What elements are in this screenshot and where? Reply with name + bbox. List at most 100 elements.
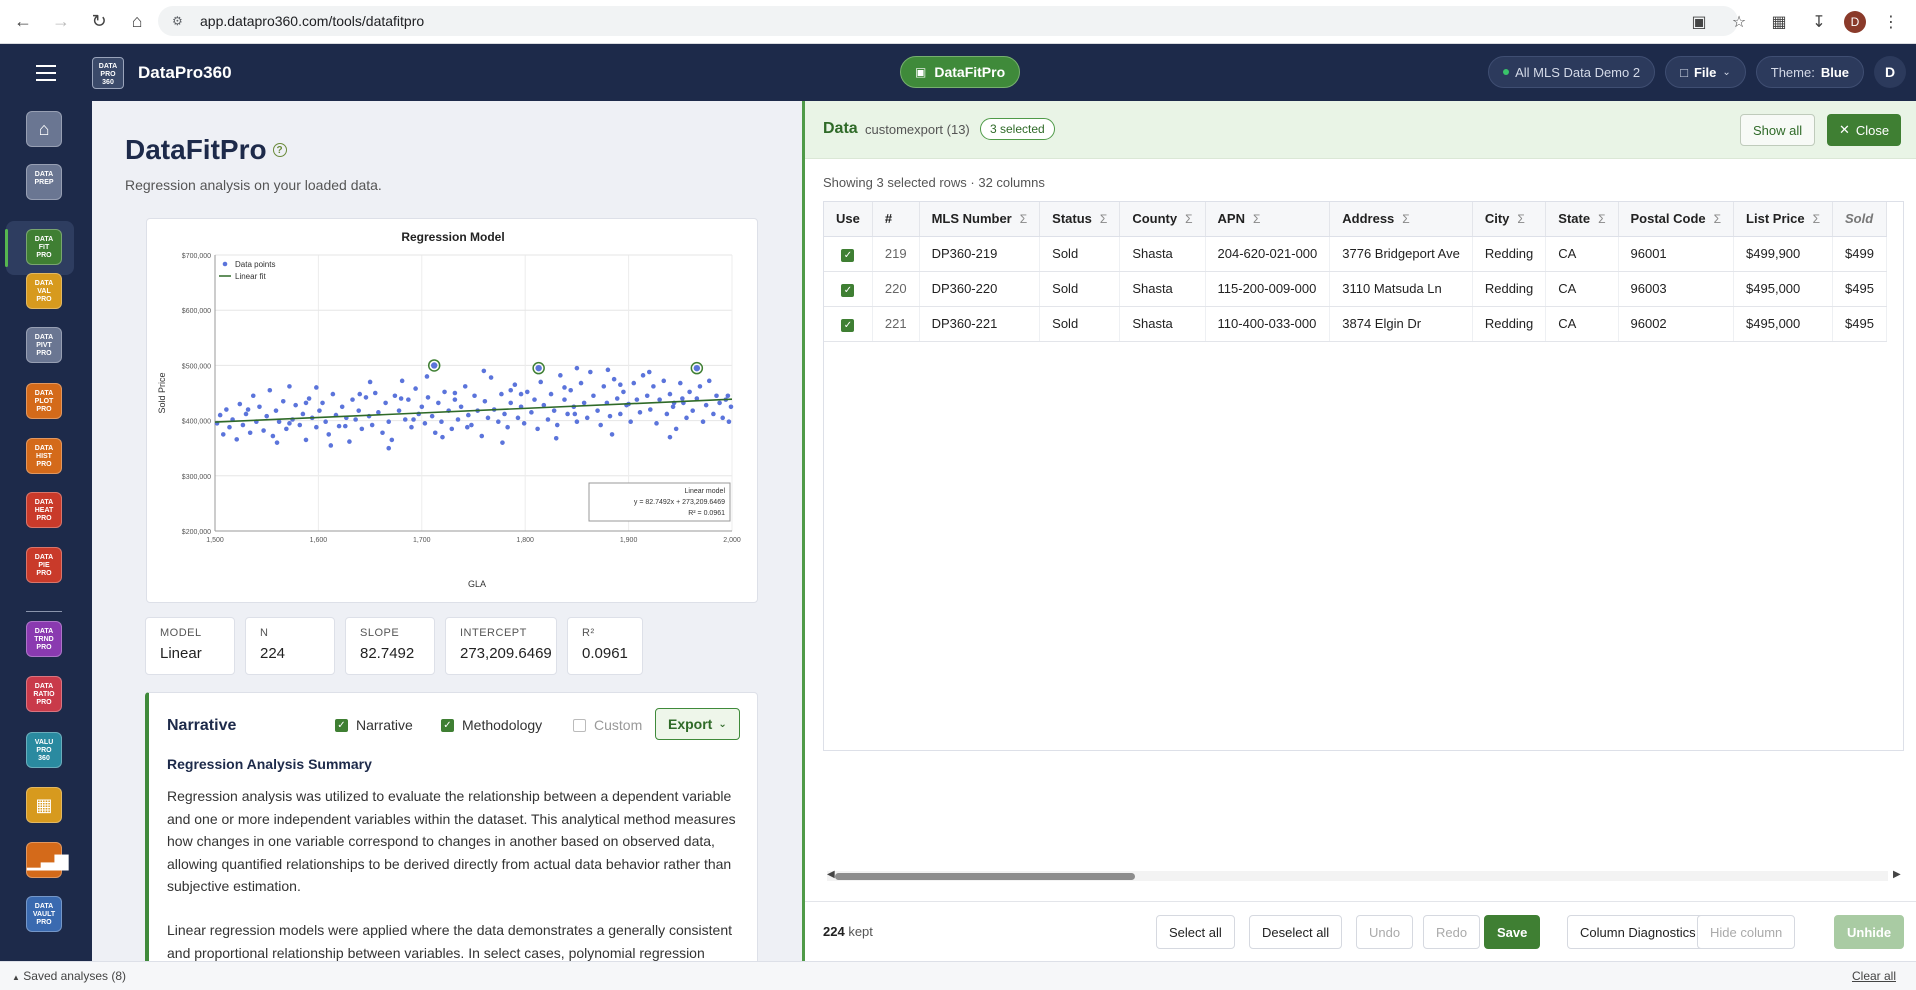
sigma-icon[interactable]: Σ xyxy=(1100,212,1107,226)
close-button[interactable]: ✕ Close xyxy=(1827,114,1902,146)
reload-icon[interactable]: ↻ xyxy=(84,7,114,37)
sidebar-item-home[interactable]: ⌂ xyxy=(26,111,62,147)
table-cell: Redding xyxy=(1472,271,1547,307)
data-table-container[interactable]: Use # MLS Number Σ Status Σ County Σ APN Σ Address… xyxy=(823,201,1904,751)
save-button[interactable]: Save xyxy=(1484,915,1541,949)
narrative-checkbox[interactable]: ✓ Narrative xyxy=(335,717,413,733)
checkbox-checked-icon[interactable]: ✓ xyxy=(441,718,454,732)
back-icon[interactable]: ← xyxy=(8,7,38,37)
sigma-icon[interactable]: Σ xyxy=(1813,212,1820,226)
sidebar-item-datapivtpro[interactable]: DATA PIVT PRO xyxy=(26,327,62,363)
checkbox-checked-icon[interactable]: ✓ xyxy=(335,718,348,732)
data-point xyxy=(462,384,468,389)
row-checkbox[interactable]: ✓ xyxy=(841,318,855,332)
sidebar-item-datatrndpro[interactable]: DATA TRND PRO xyxy=(26,621,62,657)
sidebar-item-chart-tool[interactable]: ▁▃▆ xyxy=(26,842,69,878)
sigma-icon[interactable]: Σ xyxy=(1020,212,1027,226)
dataset-chip[interactable]: All MLS Data Demo 2 xyxy=(1488,56,1656,88)
file-menu-button[interactable]: □ File ⌄ xyxy=(1665,56,1746,88)
checkbox-unchecked-icon[interactable] xyxy=(573,718,586,732)
browser-menu-icon[interactable]: ⋮ xyxy=(1876,7,1906,37)
column-header[interactable]: MLS Number Σ xyxy=(919,202,1041,237)
hide-column-button[interactable]: Hide column xyxy=(1697,915,1796,949)
data-point xyxy=(518,391,524,397)
fit-box-title: Linear model xyxy=(685,488,726,495)
column-header[interactable]: Address Σ xyxy=(1329,202,1473,237)
forward-icon[interactable]: → xyxy=(46,7,76,37)
theme-button[interactable]: Theme: Blue xyxy=(1755,56,1864,88)
column-header[interactable]: # xyxy=(872,202,920,237)
data-point xyxy=(429,413,435,419)
table-cell: Sold xyxy=(1039,271,1121,307)
sigma-icon[interactable]: Σ xyxy=(1185,212,1192,226)
sidebar-item-valupro360[interactable]: VALU PRO 360 xyxy=(26,732,62,768)
column-header[interactable]: City Σ xyxy=(1472,202,1547,237)
hamburger-menu-icon[interactable] xyxy=(30,57,62,89)
sidebar-item-datafitpro[interactable]: DATA FIT PRO xyxy=(26,229,62,265)
data-point xyxy=(524,389,530,395)
export-button[interactable]: Export ⌄ xyxy=(655,708,740,740)
current-tool-pill[interactable]: ▣ DataFitPro xyxy=(900,56,1021,88)
column-header[interactable]: Use xyxy=(824,202,873,237)
download-icon[interactable]: ↧ xyxy=(1804,7,1834,37)
column-header[interactable]: List Price Σ xyxy=(1733,202,1833,237)
column-header[interactable]: County Σ xyxy=(1119,202,1206,237)
sidebar-item-dataplotpro[interactable]: DATA PLOT PRO xyxy=(26,383,62,419)
extensions-icon[interactable]: ▦ xyxy=(1764,7,1794,37)
bookmark-star-icon[interactable]: ☆ xyxy=(1724,7,1754,37)
user-avatar[interactable]: D xyxy=(1874,56,1906,88)
show-all-button[interactable]: Show all xyxy=(1740,114,1816,146)
column-header[interactable]: APN Σ xyxy=(1205,202,1331,237)
browser-profile-avatar[interactable]: D xyxy=(1844,11,1866,33)
home-browser-icon[interactable]: ⌂ xyxy=(122,7,152,37)
sidebar-item-datahistpro[interactable]: DATA HIST PRO xyxy=(26,438,62,474)
sidebar-item-datavaultpro[interactable]: DATA VAULT PRO xyxy=(26,896,62,932)
app-header: DATA PRO 360 DataPro360 ▣ DataFitPro All M… xyxy=(0,44,1916,101)
sigma-icon[interactable]: Σ xyxy=(1253,212,1260,226)
unhide-button[interactable]: Unhide xyxy=(1834,915,1905,949)
column-header[interactable]: Status Σ xyxy=(1039,202,1121,237)
sidebar-item-dataratiopro[interactable]: DATA RATIO PRO xyxy=(26,676,62,712)
sigma-icon[interactable]: Σ xyxy=(1598,212,1605,226)
help-icon[interactable]: ? xyxy=(272,143,287,157)
brand-name: DataPro360 xyxy=(138,62,232,82)
data-point xyxy=(481,368,487,374)
table-row[interactable]: ✓ 219 DP360-219 Sold Shasta 204-620-021-000 37… xyxy=(824,236,1887,272)
scroll-left-icon[interactable]: ◀ xyxy=(827,869,835,880)
deselect-all-button[interactable]: Deselect all xyxy=(1249,915,1343,949)
sigma-icon[interactable]: Σ xyxy=(1402,212,1409,226)
redo-button[interactable]: Redo xyxy=(1423,915,1481,949)
row-checkbox[interactable]: ✓ xyxy=(841,283,855,297)
custom-checkbox[interactable]: Custom xyxy=(573,717,642,733)
address-bar[interactable]: ⚙ app.datapro360.com/tools/datafitpro xyxy=(158,6,1738,36)
table-row[interactable]: ✓ 221 DP360-221 Sold Shasta 110-400-033-000 38… xyxy=(824,306,1887,342)
x-tick-label: 1,900 xyxy=(620,537,638,544)
table-cell: Sold xyxy=(1039,306,1121,342)
site-info-icon[interactable]: ⚙ xyxy=(172,14,186,28)
sigma-icon[interactable]: Σ xyxy=(1714,212,1721,226)
sigma-icon[interactable]: Σ xyxy=(1517,212,1524,226)
scrollbar-thumb[interactable] xyxy=(835,873,1135,880)
sidebar-item-datapiepro[interactable]: DATA PIE PRO xyxy=(26,547,62,583)
data-point xyxy=(664,411,670,417)
bar-chart-icon: ▁▃▆ xyxy=(27,850,69,870)
methodology-checkbox[interactable]: ✓ Methodology xyxy=(441,717,542,733)
install-app-icon[interactable]: ▣ xyxy=(1684,7,1714,37)
select-all-button[interactable]: Select all xyxy=(1156,915,1235,949)
data-point xyxy=(350,397,355,402)
column-header[interactable]: Postal Code Σ xyxy=(1618,202,1735,237)
sidebar-item-datavalpro[interactable]: DATA VAL PRO xyxy=(26,273,62,309)
row-checkbox[interactable]: ✓ xyxy=(841,248,855,262)
sidebar-item-grid-tool[interactable]: ▦ xyxy=(26,787,62,823)
column-header[interactable]: State Σ xyxy=(1545,202,1619,237)
scroll-right-icon[interactable]: ▶ xyxy=(1893,869,1901,880)
sidebar-item-dataprep[interactable]: DATA PREP xyxy=(26,164,62,200)
column-diagnostics-button[interactable]: Column Diagnostics xyxy=(1567,915,1709,949)
saved-analyses-toggle[interactable]: ▲ Saved analyses (8) xyxy=(12,969,126,983)
sidebar-item-dataheatpro[interactable]: DATA HEAT PRO xyxy=(26,492,62,528)
undo-button[interactable]: Undo xyxy=(1356,915,1414,949)
clear-all-link[interactable]: Clear all xyxy=(1852,969,1896,983)
table-row[interactable]: ✓ 220 DP360-220 Sold Shasta 115-200-009-000 31… xyxy=(824,271,1887,307)
table-cell: $495 xyxy=(1832,271,1887,307)
column-header[interactable]: Sold xyxy=(1832,202,1887,237)
